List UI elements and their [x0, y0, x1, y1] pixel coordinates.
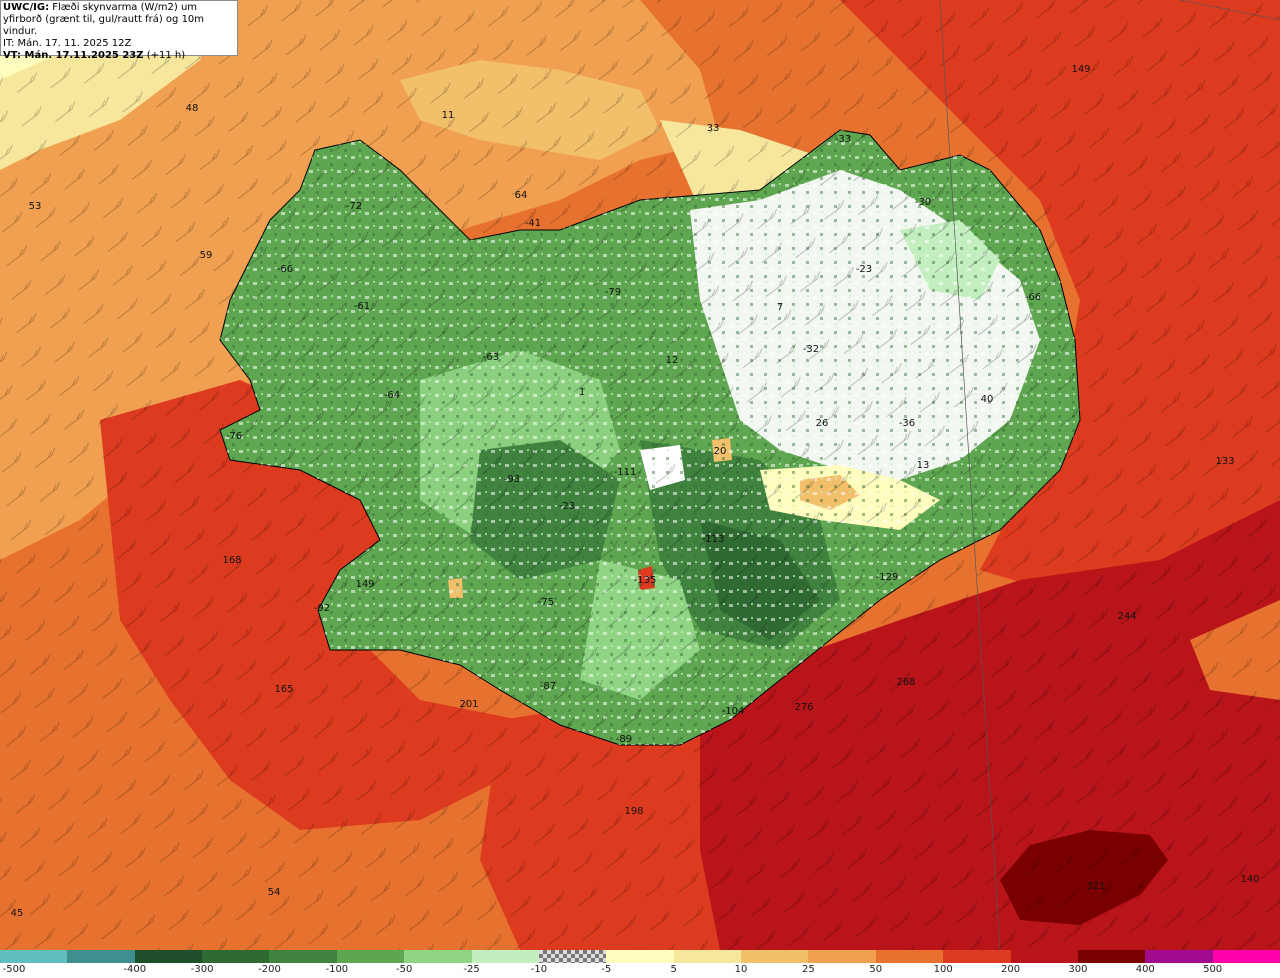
field-value-label: 244	[1117, 611, 1137, 622]
legend-label: 5	[670, 964, 677, 975]
legend-label: -25	[463, 964, 480, 975]
field-value-label: -30	[914, 197, 932, 208]
map-canvas: UWC/IG: Flæði skynvarma (W/m2) um yfirbo…	[0, 0, 1280, 950]
field-value-label: -113	[701, 534, 725, 545]
legend-label: 50	[869, 964, 883, 975]
field-value-label: -36	[898, 418, 916, 429]
legend-swatch	[943, 950, 1012, 963]
color-scale-legend: -500 -400 -300 -200 -100 -50 -25 -10 -5 5 10 25 50 10…	[0, 950, 1280, 978]
field-value-label: -66	[276, 264, 294, 275]
field-value-label: -104	[721, 706, 745, 717]
legend-swatch	[1212, 950, 1280, 963]
legend-swatch	[741, 950, 810, 963]
title-line-3: IT: Mán. 17. 11. 2025 12Z	[3, 38, 132, 49]
legend-label: -10	[530, 964, 548, 975]
legend-label: -5	[601, 964, 612, 975]
field-value-label: -129	[875, 572, 899, 583]
legend-label: 400	[1135, 964, 1155, 975]
legend-label: 500	[1203, 964, 1223, 975]
legend-swatch	[1010, 950, 1079, 963]
field-value-label: -87	[539, 681, 557, 692]
field-value-label: 149	[1071, 64, 1091, 75]
field-value-label: -135	[633, 575, 657, 586]
legend-swatch	[673, 950, 743, 963]
field-value-label: -23	[855, 264, 873, 275]
legend-swatch	[134, 950, 204, 963]
field-value-label: 276	[794, 702, 814, 713]
field-value-label: -41	[524, 218, 542, 229]
legend-swatch	[538, 950, 608, 963]
field-value-label: 20	[713, 446, 727, 457]
field-value-label: -72	[345, 201, 363, 212]
field-value-label: 198	[624, 806, 644, 817]
field-value-label: -32	[802, 344, 820, 355]
legend-label: 200	[1000, 964, 1021, 975]
field-value-label: 12	[665, 355, 679, 366]
legend-label: -50	[396, 964, 413, 975]
field-value-label: 26	[815, 418, 829, 429]
field-value-label: 64	[514, 190, 528, 201]
field-value-label: 201	[459, 699, 479, 710]
field-value-label: -33	[834, 134, 852, 145]
legend-swatch	[1077, 950, 1147, 963]
field-value-label: 33	[706, 123, 720, 134]
field-value-label: -23	[558, 501, 576, 512]
legend-swatch	[269, 950, 338, 963]
legend-label: -200	[258, 964, 281, 975]
legend-label: -400	[123, 964, 147, 975]
field-value-label: 11	[441, 110, 455, 121]
field-value-label: -89	[615, 734, 633, 745]
field-value-label: 53	[28, 201, 42, 212]
map-title-box: UWC/IG: Flæði skynvarma (W/m2) um yfirbo…	[0, 0, 238, 61]
field-value-label: 48	[185, 103, 199, 114]
field-value-label: -93	[503, 474, 521, 485]
legend-swatch	[606, 950, 675, 963]
field-value-label: 54	[267, 887, 281, 898]
legend-swatch	[1145, 950, 1214, 963]
legend-swatch	[808, 950, 877, 963]
legend-swatch	[404, 950, 473, 963]
field-value-label: -63	[482, 352, 500, 363]
legend-swatch	[202, 950, 271, 963]
field-value-label: -75	[537, 597, 555, 608]
legend-label: 100	[933, 964, 953, 975]
legend-swatch	[471, 950, 540, 963]
field-value-label: 13	[916, 460, 930, 471]
field-value-label: -66	[1024, 292, 1042, 303]
field-value-label: 1	[578, 387, 586, 398]
field-value-label: -111	[613, 467, 637, 478]
legend-label: 25	[802, 964, 815, 975]
field-value-label: 7	[776, 302, 784, 313]
field-value-label: 165	[274, 684, 294, 695]
title-line-1: UWC/IG: Flæði skynvarma (W/m2) um	[3, 2, 198, 13]
legend-label: -300	[190, 964, 214, 975]
field-value-label: 168	[222, 555, 242, 566]
legend-swatch	[336, 950, 406, 963]
field-value-label: -61	[353, 301, 371, 312]
legend-label: -100	[325, 964, 349, 975]
legend-swatch	[67, 950, 136, 963]
legend-label: 10	[734, 964, 748, 975]
legend-label: -500	[2, 964, 26, 975]
field-value-label: 268	[896, 677, 916, 688]
field-value-label: 59	[199, 250, 213, 261]
title-line-2: yfirborð (grænt til, gul/rautt frá) og 1…	[3, 14, 205, 37]
legend-swatch	[875, 950, 945, 963]
field-value-label: 149	[355, 579, 375, 590]
field-value-label: -64	[383, 390, 401, 401]
field-value-label: -92	[313, 603, 331, 614]
field-value-label: -76	[225, 431, 243, 442]
field-value-label: 321	[1086, 881, 1106, 892]
title-line-4: VT: Mán. 17.11.2025 23Z (+11 h)	[3, 50, 186, 61]
field-value-label: 140	[1240, 874, 1260, 885]
legend-swatch	[0, 950, 69, 963]
field-value-label: -79	[604, 287, 622, 298]
field-value-label: 45	[10, 908, 24, 919]
legend-label: 300	[1068, 964, 1088, 975]
field-value-label: 133	[1215, 456, 1235, 467]
field-value-label: 40	[980, 394, 994, 405]
